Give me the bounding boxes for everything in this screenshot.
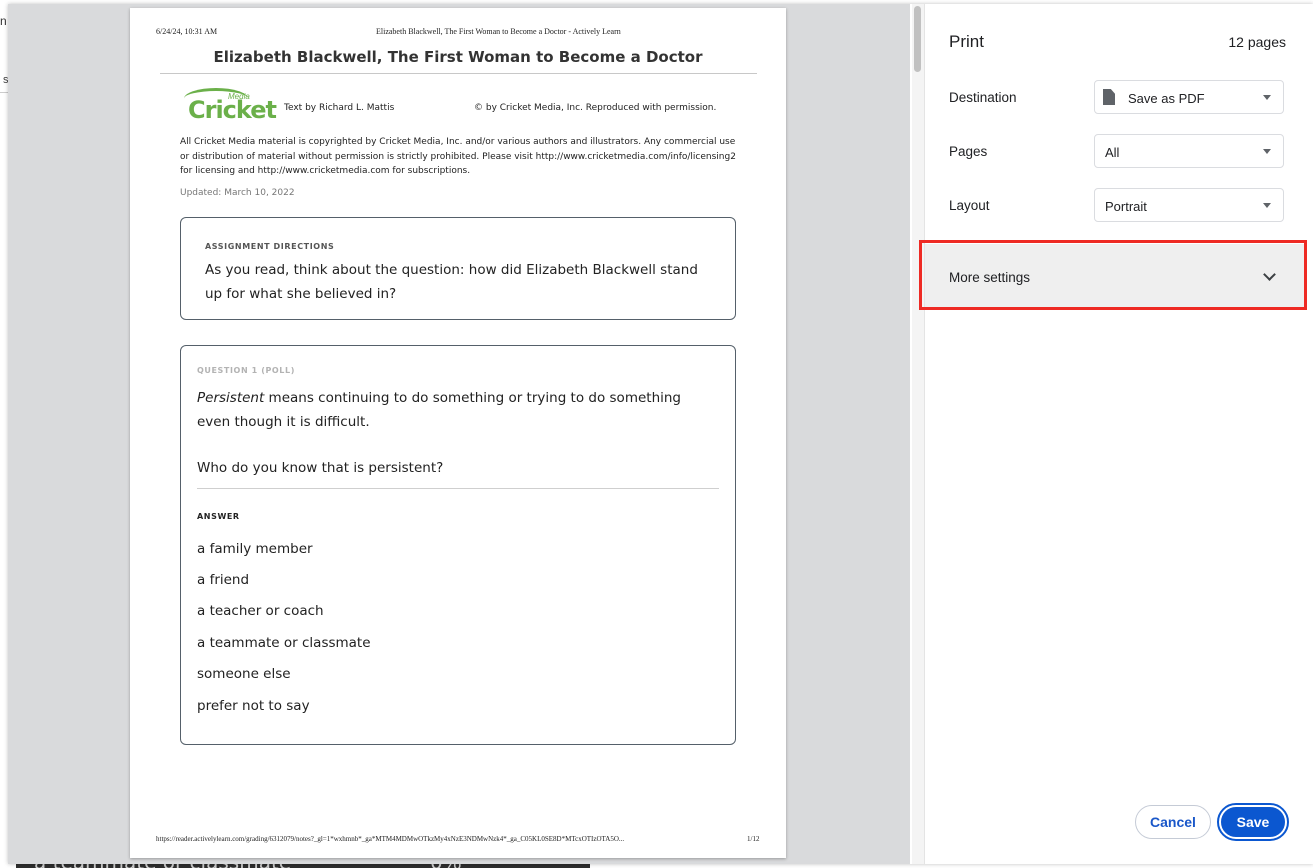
page-header-title: Elizabeth Blackwell, The First Woman to … (376, 27, 621, 36)
preview-scrollbar[interactable] (912, 4, 924, 864)
print-settings-panel: Print 12 pages Destination Save as PDF P… (919, 4, 1313, 864)
destination-label: Destination (949, 90, 1017, 105)
destination-select[interactable]: Save as PDF (1094, 80, 1284, 114)
assignment-directions-label: ASSIGNMENT DIRECTIONS (205, 242, 335, 251)
preview-page: 6/24/24, 10:31 AM Elizabeth Blackwell, T… (130, 8, 786, 858)
copyright-notice: All Cricket Media material is copyrighte… (180, 137, 736, 176)
save-button[interactable]: Save (1217, 803, 1289, 841)
chevron-down-icon (1263, 95, 1271, 100)
question-label: QUESTION 1 (POLL) (197, 366, 295, 375)
assignment-directions-text: As you read, think about the question: h… (205, 262, 698, 302)
answer-option: a family member (197, 541, 313, 557)
destination-value: Save as PDF (1128, 91, 1205, 106)
background-text: n (0, 14, 7, 28)
question-text: Persistent means continuing to do someth… (197, 386, 717, 434)
answer-option: prefer not to say (197, 698, 310, 714)
pages-label: Pages (949, 144, 988, 159)
answer-label: ANSWER (197, 512, 240, 521)
assignment-directions-card: ASSIGNMENT DIRECTIONS As you read, think… (180, 217, 736, 320)
question-card: QUESTION 1 (POLL) Persistent means conti… (180, 345, 736, 745)
cricket-media-logo: Media Cricket (182, 86, 277, 128)
copyright-line: © by Cricket Media, Inc. Reproduced with… (474, 103, 717, 113)
background-divider (0, 92, 8, 93)
answer-option: a teacher or coach (197, 603, 324, 619)
question-term: Persistent (197, 390, 265, 406)
question-definition: means continuing to do something or tryi… (197, 390, 681, 430)
logo-word: Cricket (188, 96, 277, 124)
document-icon (1103, 89, 1115, 105)
panel-title: Print (949, 32, 984, 51)
author-credit: Text by Richard L. Mattis (284, 103, 395, 113)
print-preview-area[interactable]: 6/24/24, 10:31 AM Elizabeth Blackwell, T… (8, 4, 910, 864)
answer-option: someone else (197, 666, 291, 682)
question-divider (197, 488, 719, 489)
cancel-button[interactable]: Cancel (1135, 805, 1211, 839)
layout-select[interactable]: Portrait (1094, 188, 1284, 222)
highlight-outline (919, 240, 1307, 310)
page-count: 12 pages (1228, 34, 1286, 50)
chevron-down-icon (1263, 149, 1271, 154)
question-prompt: Who do you know that is persistent? (197, 460, 444, 476)
page-footer-url: https://reader.activelylearn.com/grading… (156, 835, 625, 843)
layout-value: Portrait (1105, 199, 1147, 214)
page-header-date: 6/24/24, 10:31 AM (156, 27, 218, 36)
document-title: Elizabeth Blackwell, The First Woman to … (213, 48, 703, 66)
layout-label: Layout (949, 198, 990, 213)
chevron-down-icon (1263, 203, 1271, 208)
pages-select[interactable]: All (1094, 134, 1284, 168)
page-footer-number: 1/12 (747, 835, 760, 843)
updated-date: Updated: March 10, 2022 (180, 188, 295, 198)
preview-scrollbar-thumb[interactable] (914, 6, 921, 72)
answer-option: a teammate or classmate (197, 635, 371, 651)
print-dialog: 6/24/24, 10:31 AM Elizabeth Blackwell, T… (8, 4, 1313, 864)
pages-value: All (1105, 145, 1120, 160)
answer-option: a friend (197, 572, 250, 588)
title-divider (160, 73, 757, 74)
